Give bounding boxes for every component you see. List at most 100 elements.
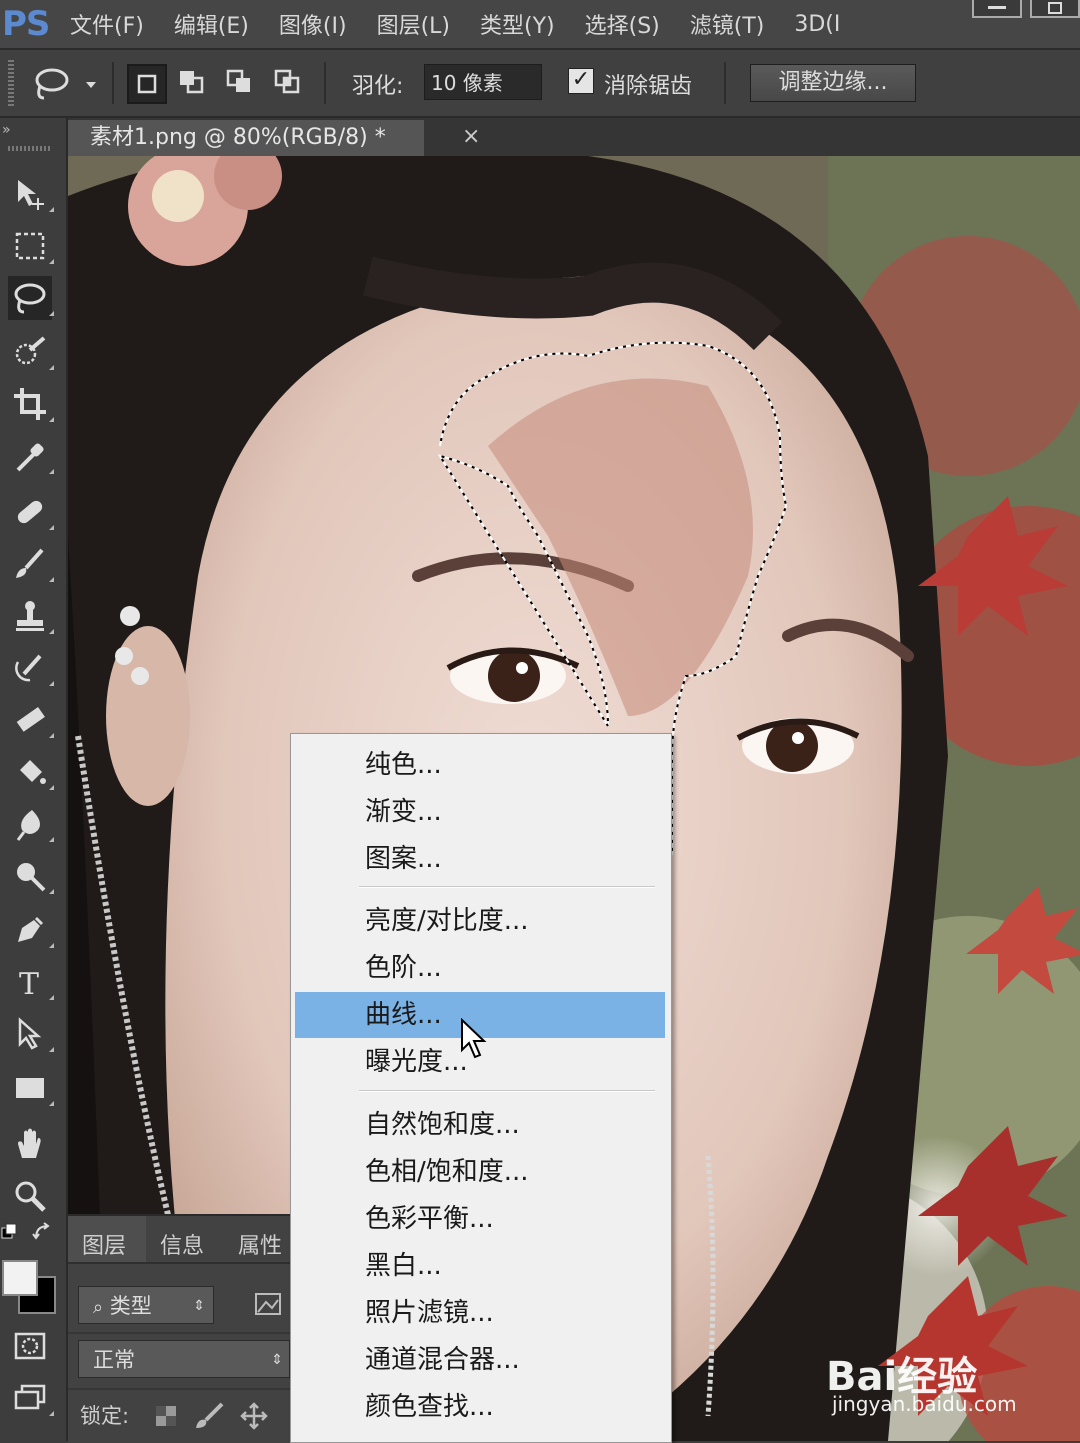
eyedropper-icon — [16, 443, 44, 472]
menu-item-pattern[interactable]: 图案... — [295, 836, 665, 882]
lock-brush-icon[interactable] — [194, 1402, 226, 1434]
mouse-cursor-icon — [460, 1017, 490, 1064]
chevron-updown-icon: ⇕ — [193, 1298, 205, 1314]
document-tab[interactable]: 素材1.png @ 80%(RGB/8) * — [68, 120, 424, 156]
menu-item-color-lookup[interactable]: 颜色查找... — [295, 1384, 665, 1430]
chevron-updown-icon: ⇕ — [271, 1352, 283, 1368]
blend-mode-value: 正常 — [93, 1348, 135, 1372]
lock-position-icon[interactable] — [240, 1402, 268, 1434]
path-selection-tool[interactable] — [8, 1012, 54, 1056]
new-selection-button[interactable] — [127, 64, 167, 104]
menu-separator — [359, 886, 655, 888]
blur-tool[interactable] — [8, 802, 54, 846]
eyedropper-tool[interactable] — [8, 434, 54, 478]
menu-separator — [359, 1090, 655, 1092]
blend-mode-select[interactable]: 正常 ⇕ — [78, 1340, 290, 1378]
history-brush-icon — [15, 654, 42, 682]
watermark-url: jingyan.baidu.com — [832, 1392, 1017, 1416]
marquee-tool[interactable] — [8, 224, 54, 268]
menu-item-levels[interactable]: 色阶... — [295, 945, 665, 991]
move-tool-icon — [18, 180, 44, 210]
eraser-tool[interactable] — [8, 698, 54, 742]
type-tool[interactable]: T — [8, 960, 54, 1004]
menu-edit[interactable]: 编辑(E) — [174, 8, 249, 40]
menu-3d[interactable]: 3D(I — [794, 12, 840, 37]
path-selection-icon — [18, 1017, 42, 1050]
maximize-button[interactable] — [1030, 0, 1080, 18]
menu-select[interactable]: 选择(S) — [585, 8, 660, 40]
image-filter-icon[interactable] — [254, 1288, 284, 1322]
tools-panel: » T — [0, 118, 68, 1441]
screen-mode-button[interactable] — [8, 1376, 54, 1420]
quick-mask-button[interactable] — [8, 1324, 52, 1368]
menu-file[interactable]: 文件(F) — [70, 8, 144, 40]
subtract-from-selection-button[interactable] — [222, 64, 258, 100]
dodge-icon — [17, 863, 46, 892]
menu-item-channel-mixer[interactable]: 通道混合器... — [295, 1337, 665, 1383]
tab-layers[interactable]: 图层 — [82, 1228, 126, 1260]
antialias-checkbox[interactable]: ✓ — [568, 68, 594, 94]
menu-item-brightness-contrast[interactable]: 亮度/对比度... — [295, 898, 665, 944]
pen-tool[interactable] — [8, 908, 54, 952]
dodge-tool[interactable] — [8, 854, 54, 898]
menu-item-gradient[interactable]: 渐变... — [295, 789, 665, 835]
feather-input[interactable]: 10 像素 — [424, 64, 542, 100]
hand-tool[interactable] — [8, 1122, 52, 1166]
hand-icon — [18, 1128, 41, 1158]
swap-colors-icon[interactable] — [32, 1222, 54, 1248]
layer-filter-select[interactable]: ⌕ 类型 ⇕ — [78, 1286, 214, 1324]
clone-stamp-tool[interactable] — [8, 594, 54, 638]
history-brush-tool[interactable] — [8, 646, 54, 690]
quick-selection-tool[interactable] — [8, 330, 54, 374]
menu-item-vibrance[interactable]: 自然饱和度... — [295, 1102, 665, 1148]
svg-text:T: T — [19, 967, 39, 1000]
menu-type[interactable]: 类型(Y) — [480, 8, 555, 40]
paint-bucket-tool[interactable] — [8, 750, 54, 794]
document-tab-bar: 素材1.png @ 80%(RGB/8) * × — [68, 118, 1080, 156]
rectangle-tool[interactable] — [8, 1066, 54, 1110]
default-colors-icon[interactable] — [0, 1222, 20, 1246]
window-controls — [964, 0, 1080, 18]
minimize-button[interactable] — [972, 0, 1022, 18]
menu-layer[interactable]: 图层(L) — [377, 8, 450, 40]
intersect-selection-button[interactable] — [270, 64, 306, 100]
menu-bar: PS 文件(F) 编辑(E) 图像(I) 图层(L) 类型(Y) 选择(S) 滤… — [0, 0, 1080, 50]
bandage-icon — [17, 500, 43, 524]
collapse-toolbar-icon[interactable]: » — [2, 122, 11, 138]
feather-label: 羽化: — [352, 74, 404, 99]
add-to-selection-button[interactable] — [174, 64, 210, 100]
lasso-preset-picker[interactable] — [30, 64, 102, 106]
search-icon: ⌕ — [93, 1297, 104, 1318]
menu-image[interactable]: 图像(I) — [279, 8, 347, 40]
menu-item-hue-saturation[interactable]: 色相/饱和度... — [295, 1149, 665, 1195]
lasso-icon — [35, 68, 96, 100]
move-tool[interactable] — [8, 172, 54, 216]
menu-item-black-white[interactable]: 黑白... — [295, 1243, 665, 1289]
toolbar-grip[interactable] — [8, 146, 52, 151]
rectangle-icon — [16, 1078, 44, 1098]
crop-icon — [14, 388, 46, 420]
menu-item-photo-filter[interactable]: 照片滤镜... — [295, 1290, 665, 1336]
antialias-label: 消除锯齿 — [604, 74, 693, 99]
options-bar-grip[interactable] — [8, 60, 14, 106]
lasso-tool-icon — [14, 283, 46, 314]
close-tab-icon[interactable]: × — [462, 124, 480, 149]
refine-edge-button[interactable]: 调整边缘... — [750, 64, 916, 102]
menu-filter[interactable]: 滤镜(T) — [690, 8, 765, 40]
tab-info[interactable]: 信息 — [160, 1228, 204, 1260]
tab-properties[interactable]: 属性 — [238, 1228, 282, 1260]
foreground-color-swatch[interactable] — [2, 1260, 38, 1296]
menu-item-color-balance[interactable]: 色彩平衡... — [295, 1196, 665, 1242]
new-selection-icon — [137, 74, 157, 94]
intersect-selection-icon — [274, 69, 300, 94]
menu-item-solid-color[interactable]: 纯色... — [295, 742, 665, 788]
lock-transparent-icon[interactable] — [154, 1404, 178, 1432]
brush-tool[interactable] — [8, 542, 54, 586]
crop-tool[interactable] — [8, 382, 54, 426]
pen-icon — [18, 916, 44, 942]
zoom-tool[interactable] — [8, 1174, 52, 1218]
lasso-tool[interactable] — [8, 276, 54, 320]
stamp-icon — [16, 601, 44, 631]
zoom-icon — [15, 1181, 46, 1212]
healing-brush-tool[interactable] — [8, 490, 54, 534]
